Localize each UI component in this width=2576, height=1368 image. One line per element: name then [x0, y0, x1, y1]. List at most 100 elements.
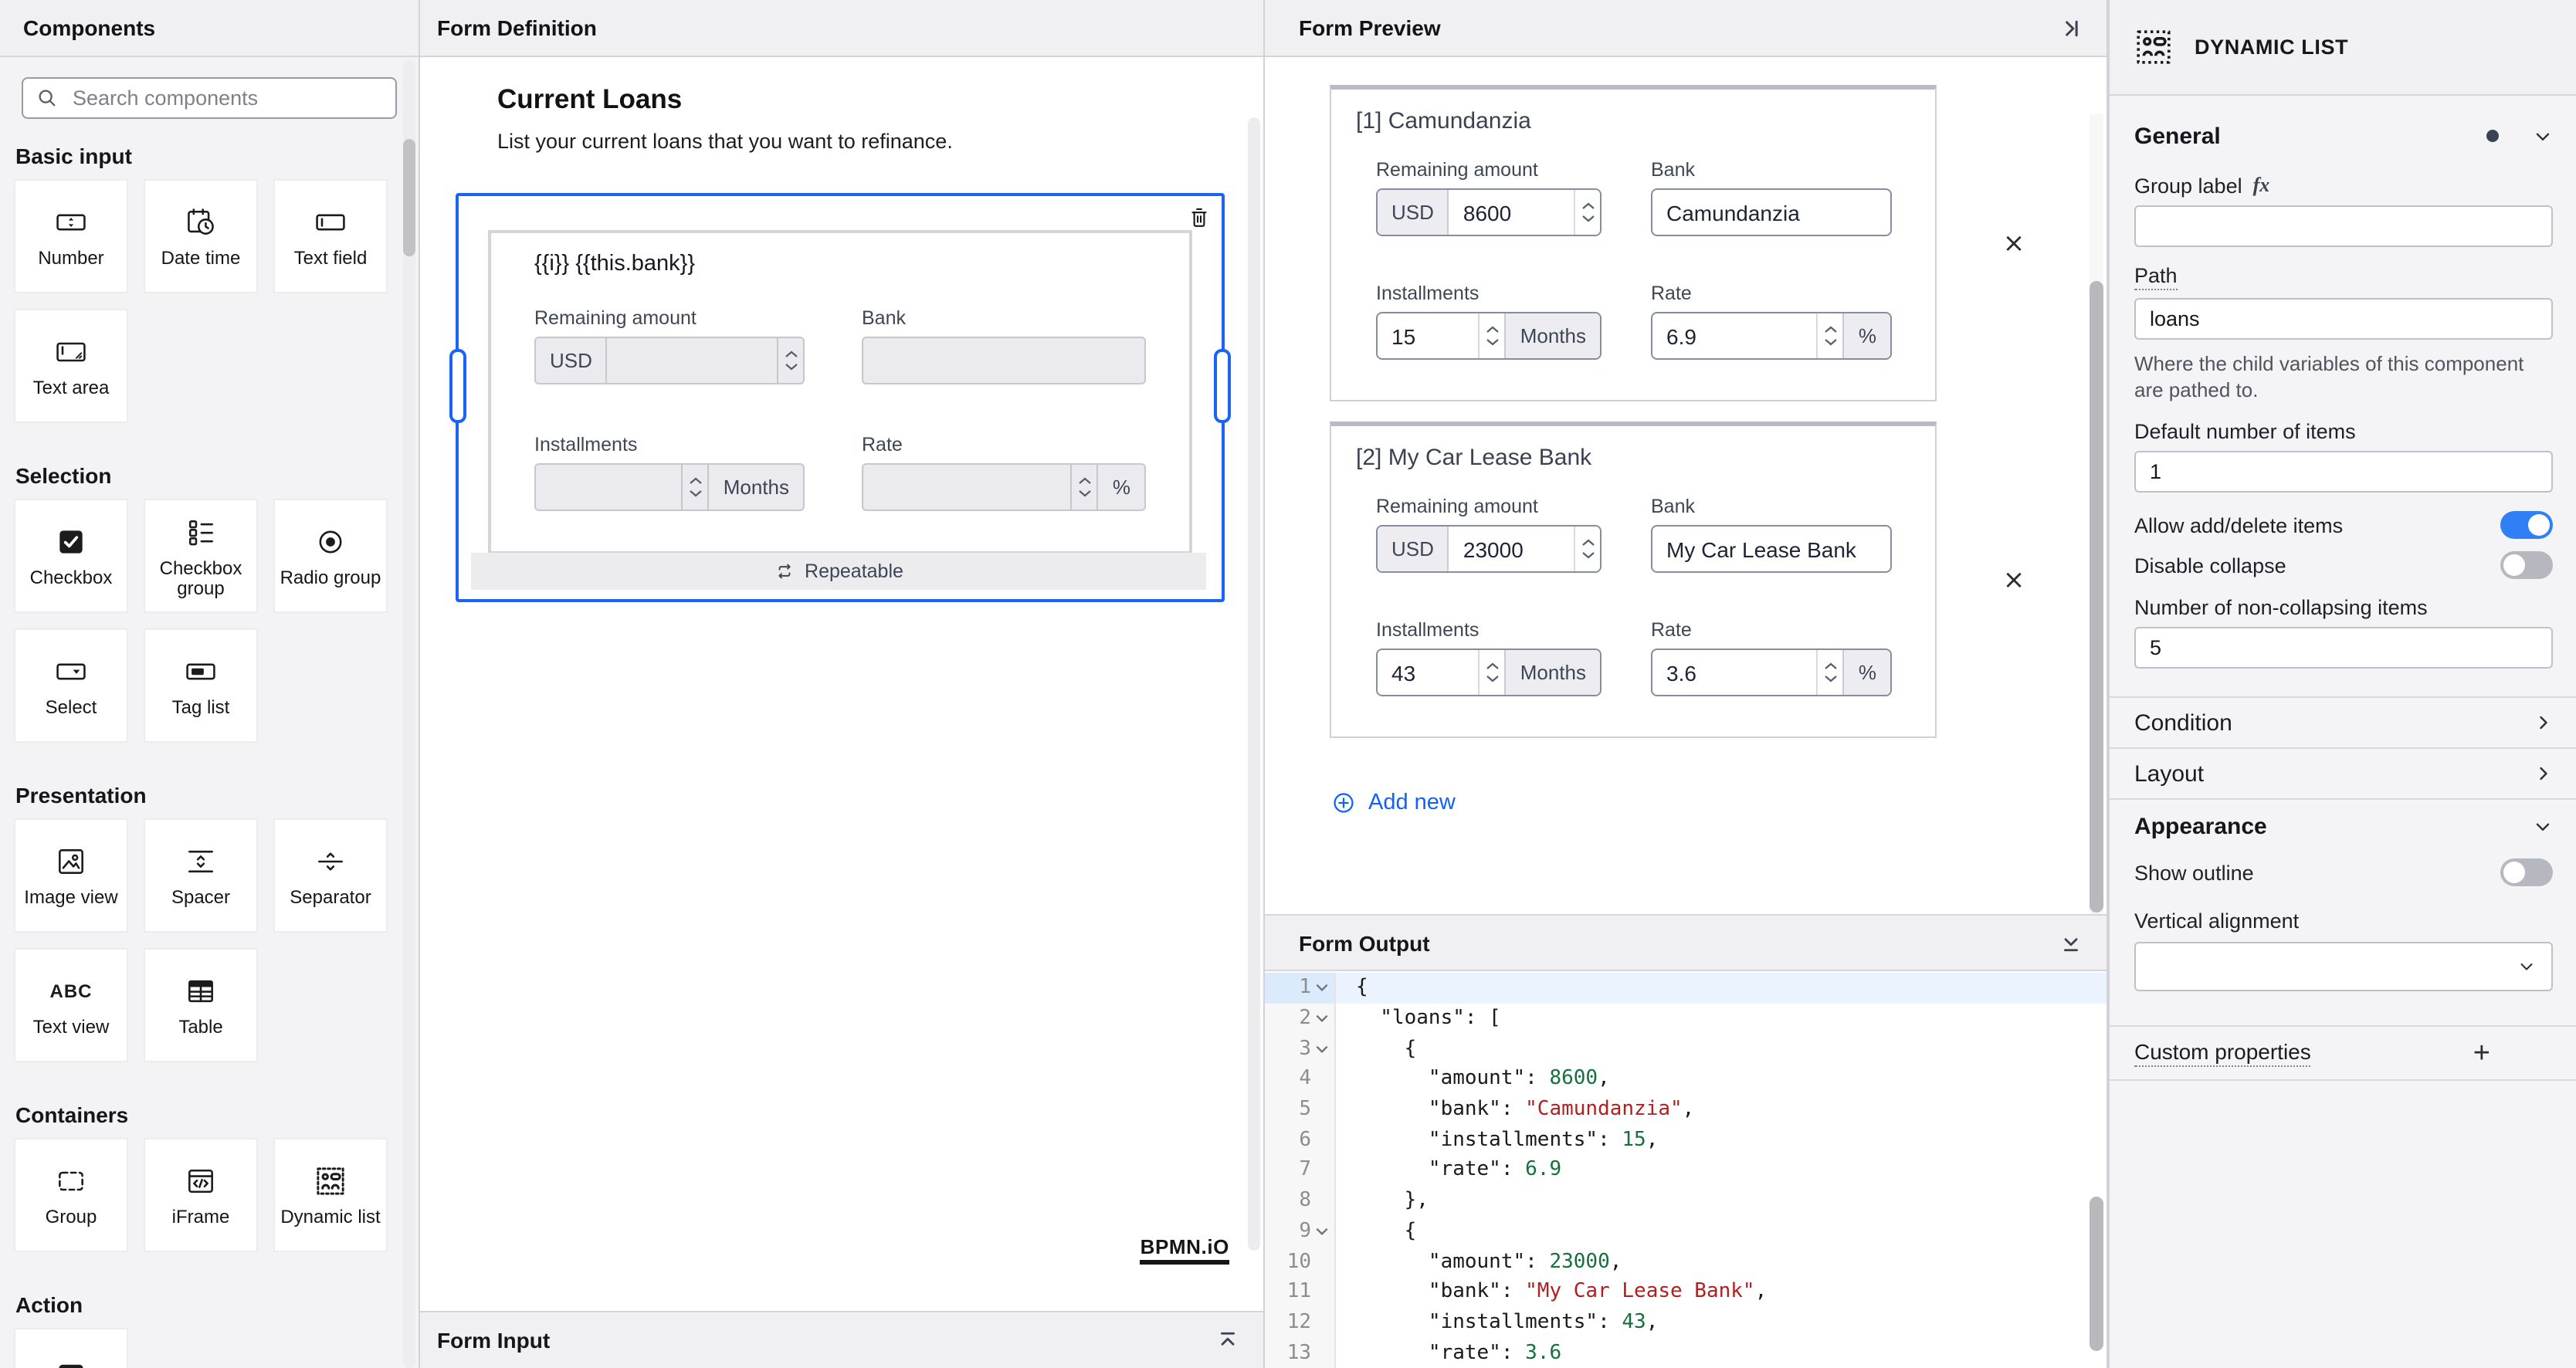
field-value[interactable] — [608, 338, 777, 383]
palette-item-date-time[interactable]: Date time — [144, 179, 258, 293]
code-line-12[interactable]: "installments": 43, — [1336, 1307, 2107, 1337]
fold-toggle-icon[interactable] — [1313, 1013, 1330, 1024]
sidebar-scrollbar-thumb[interactable] — [403, 139, 415, 256]
code-line-10[interactable]: "amount": 23000, — [1336, 1246, 2107, 1276]
installments-input[interactable]: Months — [534, 463, 805, 511]
bank-input[interactable]: My Car Lease Bank — [1651, 525, 1892, 573]
form-input-bar[interactable]: Form Input — [420, 1311, 1263, 1368]
editor-scrollbar-track[interactable] — [1248, 117, 1260, 1251]
number-spinner[interactable] — [777, 338, 803, 383]
search-components-input[interactable] — [69, 85, 383, 111]
code-line-1[interactable]: { — [1336, 973, 2107, 1004]
field-value[interactable]: 23000 — [1449, 527, 1574, 571]
palette-item-text-area[interactable]: Text area — [14, 309, 128, 423]
add-custom-property-button[interactable]: + — [2473, 1038, 2490, 1068]
palette-item-text-field[interactable]: Text field — [273, 179, 388, 293]
palette-item-checkbox-group[interactable]: Checkbox group — [144, 499, 258, 613]
remove-entry-button[interactable]: × — [1937, 564, 2091, 595]
remaining-amount-input[interactable]: USD — [534, 337, 805, 384]
code-line-6[interactable]: "installments": 15, — [1336, 1125, 2107, 1155]
code-line-13[interactable]: "rate": 3.6 — [1336, 1338, 2107, 1368]
allow-add-delete-toggle[interactable] — [2500, 511, 2553, 539]
number-spinner[interactable] — [1478, 313, 1505, 358]
bank-input[interactable] — [862, 337, 1146, 384]
layout-section-header[interactable]: Layout — [2134, 749, 2553, 798]
output-scrollbar-thumb[interactable] — [2090, 1197, 2103, 1351]
dynamic-list-element[interactable]: {{i}} {{this.bank}} Remaining amount USD B… — [488, 230, 1192, 554]
number-spinner[interactable] — [681, 465, 708, 510]
remaining-amount-input[interactable]: USD 8600 — [1376, 188, 1602, 236]
code-lines[interactable]: { "loans": [ { "amount": 8600, "bank": "… — [1336, 973, 2107, 1368]
palette-item-select[interactable]: Select — [14, 628, 128, 743]
fold-toggle-icon[interactable] — [1313, 1226, 1330, 1237]
selected-dynamic-list-component[interactable]: {{i}} {{this.bank}} Remaining amount USD B… — [449, 193, 1231, 602]
remove-entry-button[interactable]: × — [1937, 228, 2091, 259]
number-spinner[interactable] — [1070, 465, 1097, 510]
palette-item-radio-group[interactable]: Radio group — [273, 499, 388, 613]
palette-item-dynamic-list[interactable]: Dynamic list — [273, 1138, 388, 1252]
palette-item-separator[interactable]: Separator — [273, 818, 388, 933]
code-line-8[interactable]: }, — [1336, 1186, 2107, 1216]
rate-input[interactable]: % — [862, 463, 1146, 511]
palette-item-number[interactable]: Number — [14, 179, 128, 293]
rate-input[interactable]: 3.6% — [1651, 648, 1892, 696]
code-line-9[interactable]: { — [1336, 1216, 2107, 1246]
non-collapsing-input[interactable] — [2134, 627, 2553, 669]
show-outline-toggle[interactable] — [2500, 858, 2553, 886]
resize-handle-right[interactable] — [1214, 348, 1231, 422]
palette-item-checkbox[interactable]: Checkbox — [14, 499, 128, 613]
palette-item-text-view[interactable]: ABC Text view — [14, 948, 128, 1062]
remaining-amount-input[interactable]: USD 23000 — [1376, 525, 1602, 573]
vertical-alignment-select[interactable] — [2134, 942, 2553, 991]
expand-form-input-icon[interactable] — [1217, 1329, 1239, 1351]
disable-collapse-toggle[interactable] — [2500, 551, 2553, 579]
installments-input[interactable]: 15 Months — [1376, 312, 1602, 360]
form-output-editor[interactable]: 1 2 3 4 5 6 7 8 9 10 11 12 13 { "loans": [ { "amount… — [1265, 973, 2107, 1368]
field-value[interactable]: 8600 — [1449, 190, 1574, 235]
field-value[interactable] — [536, 465, 682, 510]
code-line-11[interactable]: "bank": "My Car Lease Bank", — [1336, 1277, 2107, 1307]
field-value[interactable] — [863, 338, 1144, 383]
field-value[interactable] — [863, 465, 1071, 510]
palette-item-button[interactable]: Button — [14, 1328, 128, 1368]
code-line-3[interactable]: { — [1336, 1034, 2107, 1064]
code-line-2[interactable]: "loans": [ — [1336, 1003, 2107, 1033]
collapse-output-icon[interactable] — [2060, 932, 2082, 953]
palette-item-tag-list[interactable]: Tag list — [144, 628, 258, 743]
palette-item-table[interactable]: Table — [144, 948, 258, 1062]
path-input[interactable] — [2134, 298, 2553, 340]
default-items-input[interactable] — [2134, 451, 2553, 493]
resize-handle-left[interactable] — [449, 348, 466, 422]
number-spinner[interactable] — [1816, 650, 1843, 695]
fold-toggle-icon[interactable] — [1313, 1043, 1330, 1054]
group-label-input[interactable] — [2134, 205, 2553, 247]
number-spinner[interactable] — [1816, 313, 1843, 358]
number-spinner[interactable] — [1478, 650, 1505, 695]
field-value[interactable]: 6.9 — [1652, 313, 1817, 358]
custom-properties-header[interactable]: Custom properties + — [2134, 1027, 2553, 1079]
number-spinner[interactable] — [1574, 527, 1600, 571]
code-line-5[interactable]: "bank": "Camundanzia", — [1336, 1095, 2107, 1125]
field-value[interactable]: Camundanzia — [1652, 190, 1890, 235]
bank-input[interactable]: Camundanzia — [1651, 188, 1892, 236]
field-value[interactable]: My Car Lease Bank — [1652, 527, 1890, 571]
field-value[interactable]: 15 — [1378, 313, 1479, 358]
sidebar-scrollbar-track[interactable] — [403, 60, 415, 1368]
fold-toggle-icon[interactable] — [1313, 983, 1330, 994]
condition-section-header[interactable]: Condition — [2134, 698, 2553, 747]
code-line-4[interactable]: "amount": 8600, — [1336, 1064, 2107, 1094]
form-editor-canvas[interactable]: Current Loans List your current loans th… — [420, 57, 1263, 1311]
rate-input[interactable]: 6.9% — [1651, 312, 1892, 360]
general-section-header[interactable]: General — [2134, 116, 2553, 156]
palette-item-image-view[interactable]: Image view — [14, 818, 128, 933]
installments-input[interactable]: 43 Months — [1376, 648, 1602, 696]
appearance-section-header[interactable]: Appearance — [2134, 806, 2553, 846]
search-components-box[interactable] — [22, 77, 397, 119]
field-value[interactable]: 3.6 — [1652, 650, 1817, 695]
code-line-7[interactable]: "rate": 6.9 — [1336, 1155, 2107, 1185]
palette-item-group[interactable]: Group — [14, 1138, 128, 1252]
field-value[interactable]: 43 — [1378, 650, 1479, 695]
preview-scrollbar-thumb[interactable] — [2090, 281, 2103, 913]
feel-expression-icon[interactable]: fx — [2253, 173, 2270, 198]
palette-item-spacer[interactable]: Spacer — [144, 818, 258, 933]
